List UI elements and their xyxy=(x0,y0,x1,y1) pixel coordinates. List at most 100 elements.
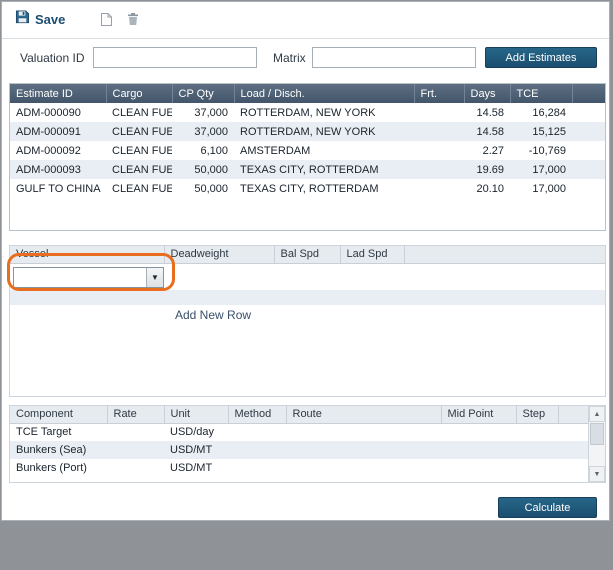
vessel-combobox: ▼ xyxy=(13,267,164,288)
vessel-table: Vessel Deadweight Bal Spd Lad Spd ▼ Add … xyxy=(9,245,606,397)
cell-step xyxy=(516,459,558,477)
estimates-header-row: Estimate ID Cargo CP Qty Load / Disch. F… xyxy=(10,84,605,103)
empty-row xyxy=(10,290,605,305)
estimate-row[interactable]: GULF TO CHINA CLEAN FUEL 50,000 TEXAS CI… xyxy=(10,179,605,198)
cell-unit: USD/day xyxy=(164,423,228,441)
column-header-lad-spd: Lad Spd xyxy=(340,246,404,263)
column-header-filler xyxy=(404,246,605,263)
cell-method xyxy=(228,423,286,441)
cell-cargo: CLEAN FUEL xyxy=(106,141,172,160)
cell-cargo: CLEAN FUEL xyxy=(106,122,172,141)
vessel-combobox-dropdown-button[interactable]: ▼ xyxy=(146,268,163,287)
cell-frt xyxy=(414,103,464,122)
new-document-icon xyxy=(100,14,113,31)
cell-load-disch: ROTTERDAM, NEW YORK xyxy=(234,122,414,141)
cell-cp-qty: 37,000 xyxy=(172,122,234,141)
column-header-filler xyxy=(558,406,588,423)
cell-frt xyxy=(414,179,464,198)
add-estimates-button[interactable]: Add Estimates xyxy=(485,47,597,68)
cell-estimate-id: GULF TO CHINA xyxy=(10,179,106,198)
cell-cargo: CLEAN FUEL xyxy=(106,160,172,179)
cell-days: 2.27 xyxy=(464,141,510,160)
estimate-row[interactable]: ADM-000091 CLEAN FUEL 37,000 ROTTERDAM, … xyxy=(10,122,605,141)
cell-load-disch: ROTTERDAM, NEW YORK xyxy=(234,103,414,122)
cell-cp-qty: 6,100 xyxy=(172,141,234,160)
column-header-estimate-id: Estimate ID xyxy=(10,84,106,103)
estimate-row[interactable]: ADM-000090 CLEAN FUEL 37,000 ROTTERDAM, … xyxy=(10,103,605,122)
chevron-down-icon: ▼ xyxy=(151,273,159,282)
cell-mid-point xyxy=(441,423,516,441)
cell-frt xyxy=(414,160,464,179)
save-icon xyxy=(15,10,30,29)
cell-rate xyxy=(107,441,164,459)
column-header-deadweight: Deadweight xyxy=(164,246,274,263)
matrix-input[interactable] xyxy=(312,47,476,68)
cell-cp-qty: 50,000 xyxy=(172,179,234,198)
save-button-label: Save xyxy=(35,12,65,27)
column-header-cargo: Cargo xyxy=(106,84,172,103)
column-header-days: Days xyxy=(464,84,510,103)
matrix-label: Matrix xyxy=(273,51,306,65)
column-header-cp-qty: CP Qty xyxy=(172,84,234,103)
column-header-route: Route xyxy=(286,406,441,423)
cell-days: 14.58 xyxy=(464,103,510,122)
column-header-bal-spd: Bal Spd xyxy=(274,246,340,263)
cell-mid-point xyxy=(441,459,516,477)
cell-cp-qty: 37,000 xyxy=(172,103,234,122)
cell-unit: USD/MT xyxy=(164,459,228,477)
column-header-mid-point: Mid Point xyxy=(441,406,516,423)
components-table: Component Rate Unit Method Route Mid Poi… xyxy=(9,405,606,483)
vessel-header-row: Vessel Deadweight Bal Spd Lad Spd xyxy=(10,246,605,263)
calculate-button[interactable]: Calculate xyxy=(498,497,597,518)
components-header-row: Component Rate Unit Method Route Mid Poi… xyxy=(10,406,588,423)
column-header-load-disch: Load / Disch. xyxy=(234,84,414,103)
scroll-up-button[interactable]: ▲ xyxy=(589,406,605,422)
cell-load-disch: TEXAS CITY, ROTTERDAM xyxy=(234,179,414,198)
cell-tce: -10,769 xyxy=(510,141,572,160)
cell-days: 19.69 xyxy=(464,160,510,179)
cell-load-disch: AMSTERDAM xyxy=(234,141,414,160)
cell-tce: 17,000 xyxy=(510,160,572,179)
cell-tce: 16,284 xyxy=(510,103,572,122)
column-header-frt: Frt. xyxy=(414,84,464,103)
cell-rate xyxy=(107,459,164,477)
estimate-row[interactable]: ADM-000092 CLEAN FUEL 6,100 AMSTERDAM 2.… xyxy=(10,141,605,160)
cell-tce: 15,125 xyxy=(510,122,572,141)
save-button[interactable]: Save xyxy=(15,10,65,29)
cell-component: Bunkers (Sea) xyxy=(10,441,107,459)
valuation-id-input[interactable] xyxy=(93,47,257,68)
component-row[interactable]: Bunkers (Port) USD/MT xyxy=(10,459,588,477)
cell-step xyxy=(516,423,558,441)
cell-step xyxy=(516,441,558,459)
valuation-id-label: Valuation ID xyxy=(20,51,84,65)
cell-mid-point xyxy=(441,441,516,459)
component-row[interactable]: TCE Target USD/day xyxy=(10,423,588,441)
column-header-step: Step xyxy=(516,406,558,423)
column-header-rate: Rate xyxy=(107,406,164,423)
cell-method xyxy=(228,441,286,459)
column-header-unit: Unit xyxy=(164,406,228,423)
cell-estimate-id: ADM-000091 xyxy=(10,122,106,141)
delete-button[interactable] xyxy=(127,12,139,31)
cell-frt xyxy=(414,122,464,141)
component-row[interactable]: Bunkers (Sea) USD/MT xyxy=(10,441,588,459)
scrollbar-thumb[interactable] xyxy=(590,423,604,445)
cell-estimate-id: ADM-000093 xyxy=(10,160,106,179)
scroll-down-button[interactable]: ▼ xyxy=(589,466,605,482)
vertical-scrollbar[interactable]: ▲ ▼ xyxy=(588,406,605,482)
estimates-table: Estimate ID Cargo CP Qty Load / Disch. F… xyxy=(9,83,606,231)
cell-cp-qty: 50,000 xyxy=(172,160,234,179)
cell-days: 14.58 xyxy=(464,122,510,141)
add-new-row-link[interactable]: Add New Row xyxy=(175,308,251,322)
new-document-button[interactable] xyxy=(100,12,113,32)
cell-method xyxy=(228,459,286,477)
cell-frt xyxy=(414,141,464,160)
cell-cargo: CLEAN FUEL xyxy=(106,103,172,122)
cell-component: Bunkers (Port) xyxy=(10,459,107,477)
toolbar: Save xyxy=(2,2,609,39)
estimate-row[interactable]: ADM-000093 CLEAN FUEL 50,000 TEXAS CITY,… xyxy=(10,160,605,179)
vessel-combobox-input[interactable] xyxy=(14,268,146,287)
arrow-down-icon: ▼ xyxy=(594,471,601,478)
column-header-vessel: Vessel xyxy=(10,246,164,263)
column-header-tce: TCE xyxy=(510,84,572,103)
